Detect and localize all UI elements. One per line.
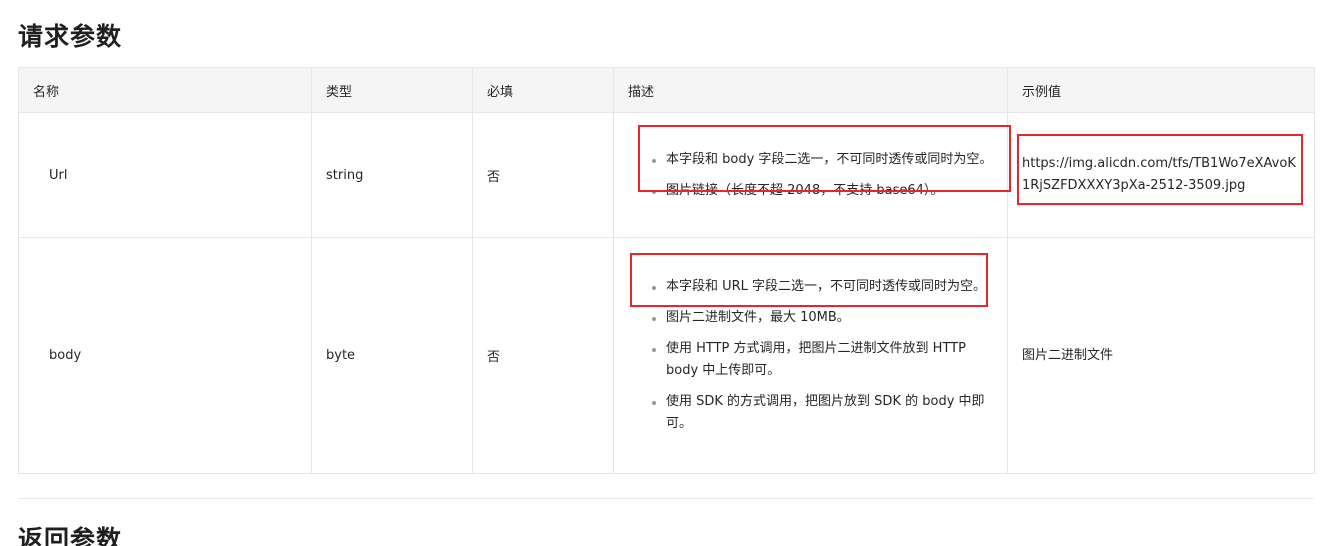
param-description: 本字段和 URL 字段二选一，不可同时透传或同时为空。 图片二进制文件，最大 1… xyxy=(613,237,1008,474)
list-item: 本字段和 body 字段二选一，不可同时透传或同时为空。 xyxy=(652,149,993,171)
param-example: 图片二进制文件 xyxy=(1007,237,1315,474)
param-type: string xyxy=(311,112,473,238)
param-example: https://img.alicdn.com/tfs/TB1Wo7eXAvoK1… xyxy=(1007,112,1315,238)
param-required: 否 xyxy=(472,237,614,474)
example-url-text: https://img.alicdn.com/tfs/TB1Wo7eXAvoK1… xyxy=(1022,156,1296,193)
param-description: 本字段和 body 字段二选一，不可同时透传或同时为空。 图片链接（长度不超 2… xyxy=(613,112,1008,238)
param-name: Url xyxy=(18,112,312,238)
list-item: 使用 SDK 的方式调用，把图片放到 SDK 的 body 中即可。 xyxy=(652,391,993,435)
param-required: 否 xyxy=(472,112,614,238)
param-type: byte xyxy=(311,237,473,474)
description-list: 本字段和 URL 字段二选一，不可同时透传或同时为空。 图片二进制文件，最大 1… xyxy=(628,276,1007,435)
list-item: 使用 HTTP 方式调用，把图片二进制文件放到 HTTP body 中上传即可。 xyxy=(652,338,993,382)
request-params-table: 名称 类型 必填 描述 示例值 Url string 否 本字段和 body 字… xyxy=(18,67,1315,474)
response-params-title: 返回参数 xyxy=(18,525,123,546)
header-name: 名称 xyxy=(18,67,312,113)
table-header-row: 名称 类型 必填 描述 示例值 xyxy=(18,67,1315,113)
list-item: 本字段和 URL 字段二选一，不可同时透传或同时为空。 xyxy=(652,276,993,298)
header-type: 类型 xyxy=(311,67,473,113)
request-params-title: 请求参数 xyxy=(18,22,123,51)
list-item: 图片二进制文件，最大 10MB。 xyxy=(652,307,993,329)
example-text: 图片二进制文件 xyxy=(1022,347,1114,363)
description-list: 本字段和 body 字段二选一，不可同时透传或同时为空。 图片链接（长度不超 2… xyxy=(628,149,1007,202)
param-name: body xyxy=(18,237,312,474)
api-doc-page: 请求参数 名称 类型 必填 描述 示例值 Url string 否 本字段和 b… xyxy=(0,0,1329,546)
table-row: Url string 否 本字段和 body 字段二选一，不可同时透传或同时为空… xyxy=(18,112,1315,238)
header-description: 描述 xyxy=(613,67,1008,113)
section-divider xyxy=(18,498,1314,499)
header-example: 示例值 xyxy=(1007,67,1315,113)
table-row: body byte 否 本字段和 URL 字段二选一，不可同时透传或同时为空。 … xyxy=(18,237,1315,474)
header-required: 必填 xyxy=(472,67,614,113)
list-item: 图片链接（长度不超 2048，不支持 base64）。 xyxy=(652,180,993,202)
